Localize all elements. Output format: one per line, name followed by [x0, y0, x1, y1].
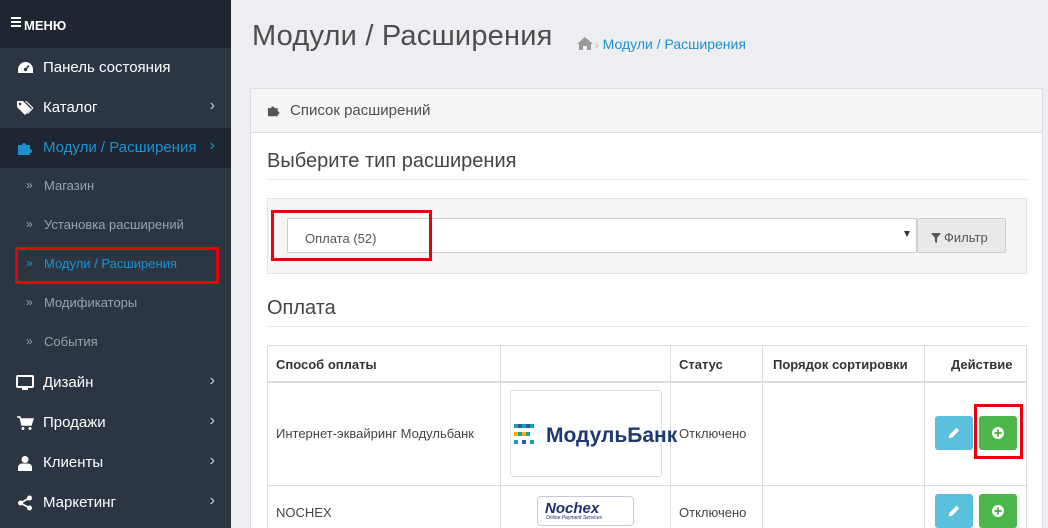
column-divider: [762, 346, 763, 528]
chevron-right-icon: ›: [209, 372, 215, 389]
column-header: Действие: [951, 357, 1013, 372]
highlight-box: [974, 404, 1023, 459]
breadcrumb-separator: ›: [595, 40, 599, 52]
extension-name: NOCHEX: [276, 505, 332, 520]
nochex-logo: Nochex Online Payment Services: [537, 496, 634, 526]
breadcrumb[interactable]: › Модули / Расширения: [595, 36, 746, 52]
nochex-logo-subtext: Online Payment Services: [546, 515, 603, 521]
modulbank-logo-text: МодульБанк: [546, 424, 678, 447]
dashboard-icon: [16, 60, 34, 76]
panel-heading: Список расширений: [251, 89, 1042, 133]
sidebar-item-label: Клиенты: [43, 454, 104, 471]
sidebar-subitem-modifications[interactable]: » Модификаторы: [0, 284, 231, 322]
select-type-heading: Выберите тип расширения: [267, 150, 517, 172]
divider: [267, 326, 1027, 327]
chevron-right-icon: ›: [209, 97, 215, 114]
column-divider: [924, 346, 925, 528]
edit-button[interactable]: [935, 416, 973, 450]
sidebar-subitem-events[interactable]: » События: [0, 323, 231, 361]
chevron-right-icon: ›: [209, 137, 215, 154]
install-button[interactable]: [979, 494, 1017, 528]
breadcrumb-link[interactable]: Модули / Расширения: [603, 36, 746, 52]
sidebar-subitem-store[interactable]: » Магазин: [0, 167, 231, 205]
sidebar: МЕНЮ Панель состояния Каталог › Модули /…: [0, 0, 231, 528]
home-icon[interactable]: [577, 37, 593, 55]
divider: [267, 179, 1027, 180]
column-divider: [500, 346, 501, 528]
share-icon: [16, 495, 34, 511]
column-header[interactable]: Способ оплаты: [276, 346, 377, 382]
row-divider: [268, 381, 1026, 383]
modulbank-logo: МодульБанк: [510, 390, 677, 477]
pencil-icon: [948, 505, 960, 517]
monitor-icon: [16, 375, 34, 391]
user-icon: [16, 455, 34, 471]
sidebar-item-sales[interactable]: Продажи ›: [0, 403, 231, 443]
filter-button[interactable]: Фильтр: [917, 218, 1006, 253]
tags-icon: [16, 100, 34, 116]
sidebar-subitem-installer[interactable]: » Установка расширений: [0, 206, 231, 244]
menu-label: МЕНЮ: [24, 18, 67, 33]
status-text: Отключено: [679, 426, 747, 441]
page-title: Модули / Расширения: [252, 20, 553, 52]
column-header[interactable]: Статус: [679, 346, 723, 382]
chevron-right-icon: ›: [209, 492, 215, 509]
sidebar-subitem-label: Установка расширений: [44, 217, 184, 232]
sidebar-subitem-label: Модификаторы: [44, 295, 138, 310]
puzzle-icon: [16, 140, 34, 156]
sidebar-item-label: Маркетинг: [43, 494, 116, 511]
panel-title: Список расширений: [290, 102, 431, 119]
sidebar-item-design[interactable]: Дизайн ›: [0, 363, 231, 403]
sidebar-item-catalog[interactable]: Каталог ›: [0, 88, 231, 128]
sidebar-item-extensions[interactable]: Модули / Расширения ›: [0, 128, 231, 168]
menu-toggle[interactable]: МЕНЮ: [0, 0, 231, 48]
column-header[interactable]: Порядок сортировки: [773, 346, 908, 382]
sidebar-item-dashboard[interactable]: Панель состояния: [0, 48, 231, 88]
chevron-right-icon: ›: [209, 452, 215, 469]
filter-icon: [931, 231, 941, 246]
pencil-icon: [948, 427, 960, 439]
edit-button[interactable]: [935, 494, 973, 528]
status-text: Отключено: [679, 505, 747, 520]
sidebar-item-label: Дизайн: [43, 374, 94, 391]
double-chevron-icon: »: [26, 334, 33, 348]
sidebar-item-marketing[interactable]: Маркетинг ›: [0, 483, 231, 523]
double-chevron-icon: »: [26, 217, 33, 231]
filter-label: Фильтр: [944, 230, 988, 245]
double-chevron-icon: »: [26, 178, 33, 192]
highlight-box: [271, 210, 432, 261]
section-heading: Оплата: [267, 297, 336, 319]
chevron-right-icon: ›: [209, 412, 215, 429]
caret-down-icon: [904, 231, 910, 237]
cart-icon: [16, 415, 34, 431]
plus-circle-icon: [992, 505, 1004, 517]
extension-name: Интернет-эквайринг Модульбанк: [276, 426, 474, 441]
sidebar-item-label: Продажи: [43, 414, 106, 431]
sidebar-item-label: Модули / Расширения: [43, 139, 197, 156]
double-chevron-icon: »: [26, 295, 33, 309]
sidebar-subitem-label: Магазин: [44, 178, 95, 193]
sidebar-subitem-label: События: [44, 334, 98, 349]
sidebar-item-customers[interactable]: Клиенты ›: [0, 443, 231, 483]
sidebar-item-label: Панель состояния: [43, 59, 171, 76]
puzzle-icon: [267, 104, 281, 122]
sidebar-item-label: Каталог: [43, 99, 98, 116]
row-divider: [268, 485, 1026, 486]
hamburger-icon: [11, 17, 21, 29]
highlight-box: [15, 247, 219, 284]
